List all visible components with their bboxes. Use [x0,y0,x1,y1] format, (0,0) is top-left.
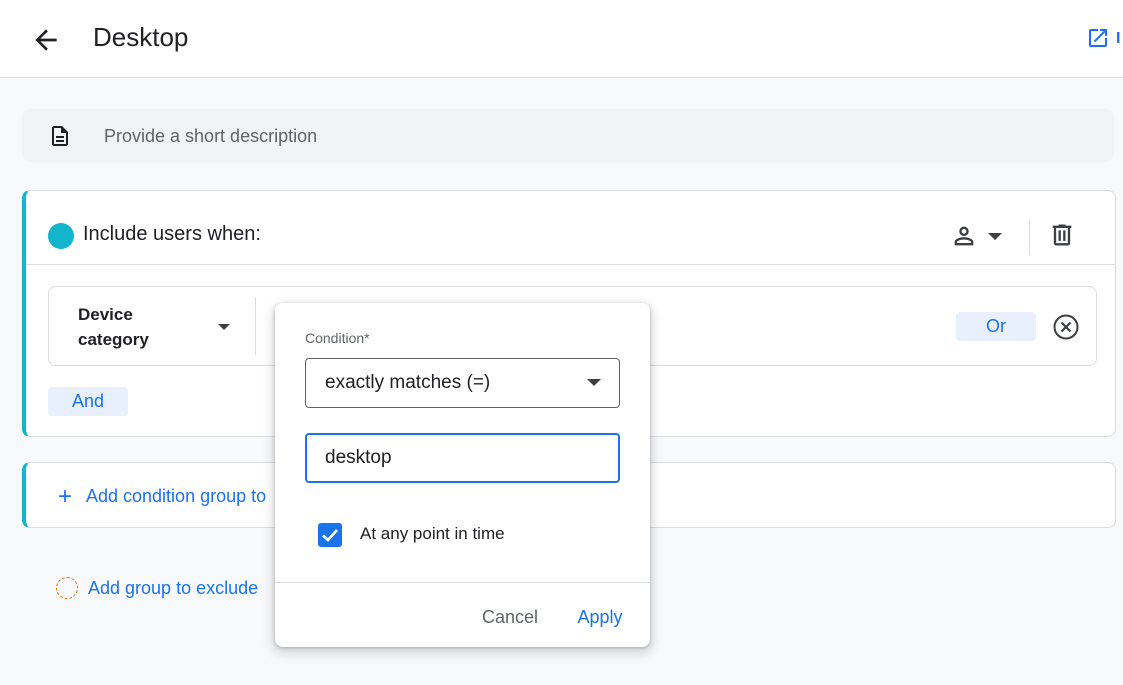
dashed-circle-icon [56,577,78,599]
open-label-fragment[interactable]: I [1116,30,1123,46]
apply-button[interactable]: Apply [565,600,635,634]
back-button[interactable] [30,24,62,56]
caret-down-icon [988,233,1002,240]
plus-icon: + [58,483,73,510]
description-input[interactable] [104,123,1004,149]
top-bar: Desktop I [0,0,1123,78]
document-icon [52,126,68,146]
add-exclude-group-link[interactable]: Add group to exclude [56,577,258,599]
condition-label: Condition* [305,330,370,346]
add-condition-group-link[interactable]: + Add condition group to [58,483,266,511]
description-bar [22,109,1114,162]
add-condition-group-label: Add condition group to [86,486,267,506]
dimension-label: Device category [78,305,149,349]
and-button[interactable]: And [48,387,128,416]
add-exclude-group-label: Add group to exclude [88,578,259,598]
scope-dropdown[interactable] [950,221,1010,251]
page-title: Desktop [93,22,189,52]
condition-popup: Condition* exactly matches (=) At any po… [275,303,650,647]
arrow-back-icon [35,29,57,51]
delete-group-button[interactable] [1048,221,1078,251]
condition-value-input[interactable] [305,433,620,483]
open-in-new-icon [1089,29,1107,47]
caret-down-icon [218,324,230,330]
popup-divider [275,582,650,583]
condition-select[interactable]: exactly matches (=) [305,358,620,408]
close-circle-icon [1053,314,1079,340]
condition-value: exactly matches (=) [325,372,491,393]
checkmark-icon [322,529,338,542]
cancel-button[interactable]: Cancel [470,600,550,634]
any-point-in-time-checkbox[interactable] [318,523,342,547]
card-divider [26,264,1116,265]
include-group-title: Include users when: [83,223,261,245]
group-color-dot [48,223,74,249]
header-divider [1029,219,1030,255]
remove-condition-button[interactable] [1051,312,1081,342]
or-button[interactable]: Or [956,312,1036,341]
trash-icon [1052,224,1072,246]
person-icon [954,226,974,246]
caret-down-icon [587,379,601,386]
dimension-divider [255,297,256,355]
any-point-in-time-label: At any point in time [360,524,505,543]
dimension-select[interactable]: Device category [49,287,255,365]
open-in-new-button[interactable] [1086,26,1110,50]
